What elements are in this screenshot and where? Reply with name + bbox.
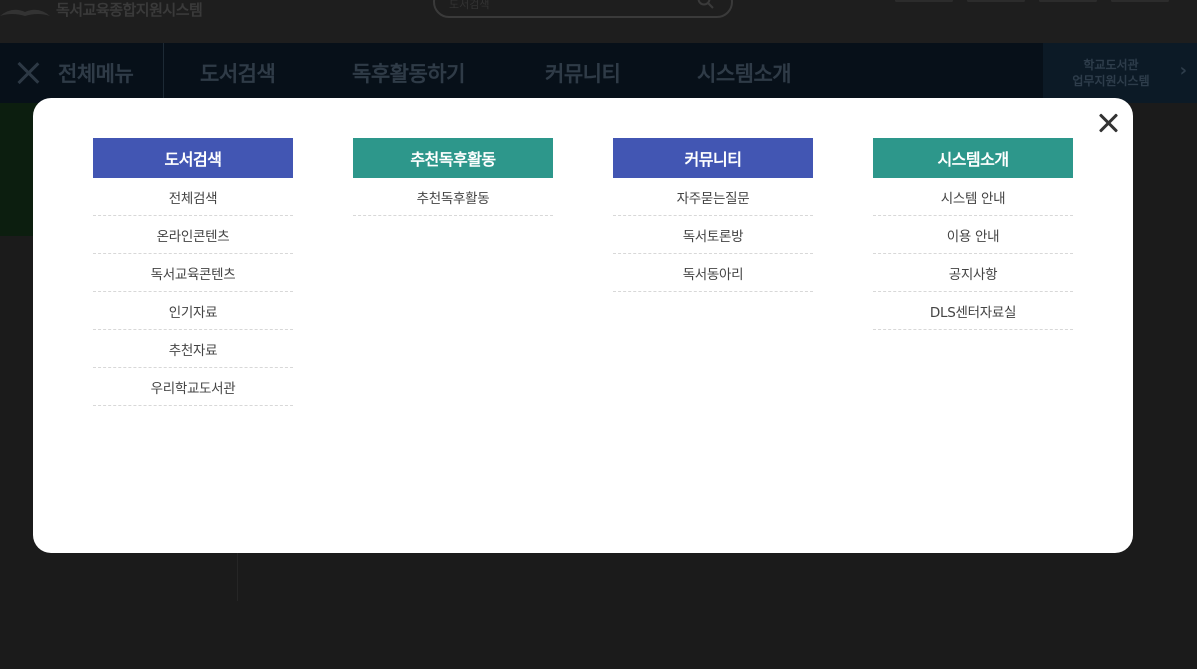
menu-item[interactable]: DLS센터자료실 — [873, 292, 1073, 330]
menu-column-system-intro: 시스템소개 시스템 안내 이용 안내 공지사항 DLS센터자료실 — [873, 138, 1073, 330]
column-title[interactable]: 시스템소개 — [873, 138, 1073, 178]
utility-link[interactable] — [895, 0, 953, 2]
menu-item[interactable]: 추천독후활동 — [353, 178, 553, 216]
all-menu-button[interactable]: 전체메뉴 — [0, 43, 164, 103]
search-placeholder: 도서검색 — [449, 0, 490, 11]
utility-link[interactable] — [1111, 0, 1169, 2]
chevron-right-icon: › — [1179, 60, 1187, 81]
menu-item[interactable]: 독서토론방 — [613, 216, 813, 254]
logo-wing-icon — [0, 9, 50, 16]
menu-item[interactable]: 독서동아리 — [613, 254, 813, 292]
column-title[interactable]: 도서검색 — [93, 138, 293, 178]
close-menu-icon — [16, 61, 40, 85]
close-icon[interactable] — [1098, 113, 1118, 133]
column-title[interactable]: 추천독후활동 — [353, 138, 553, 178]
site-header: 독서교육종합지원시스템 도서검색 — [0, 0, 1197, 43]
site-search-box[interactable]: 도서검색 — [433, 0, 733, 18]
site-logo[interactable]: 독서교육종합지원시스템 — [0, 0, 203, 24]
menu-item[interactable]: 공지사항 — [873, 254, 1073, 292]
menu-item[interactable]: 독서교육콘텐츠 — [93, 254, 293, 292]
side-link-line1: 학교도서관 — [1083, 58, 1139, 72]
menu-item[interactable]: 온라인콘텐츠 — [93, 216, 293, 254]
global-nav: 전체메뉴 도서검색 독후활동하기 커뮤니티 시스템소개 학교도서관 업무지원시스… — [0, 43, 1197, 103]
menu-item[interactable]: 인기자료 — [93, 292, 293, 330]
menu-item[interactable]: 추천자료 — [93, 330, 293, 368]
menu-item[interactable]: 우리학교도서관 — [93, 368, 293, 406]
utility-link[interactable] — [967, 0, 1025, 2]
logo-text: 독서교육종합지원시스템 — [56, 0, 203, 19]
side-link-line2: 업무지원시스템 — [1072, 74, 1150, 88]
gnb-item-book-search[interactable]: 도서검색 — [200, 58, 276, 88]
menu-column-book-search: 도서검색 전체검색 온라인콘텐츠 독서교육콘텐츠 인기자료 추천자료 우리학교도… — [93, 138, 293, 406]
menu-column-recommended-activity: 추천독후활동 추천독후활동 — [353, 138, 553, 216]
search-icon[interactable] — [697, 0, 715, 10]
column-title[interactable]: 커뮤니티 — [613, 138, 813, 178]
menu-item[interactable]: 이용 안내 — [873, 216, 1073, 254]
utility-link[interactable] — [1039, 0, 1097, 2]
library-support-link[interactable]: 학교도서관 업무지원시스템 › — [1043, 43, 1197, 103]
sitemap-modal: 도서검색 전체검색 온라인콘텐츠 독서교육콘텐츠 인기자료 추천자료 우리학교도… — [33, 98, 1133, 553]
menu-column-community: 커뮤니티 자주묻는질문 독서토론방 독서동아리 — [613, 138, 813, 292]
menu-item[interactable]: 전체검색 — [93, 178, 293, 216]
gnb-item-reading-activity[interactable]: 독후활동하기 — [352, 58, 465, 88]
utility-links — [895, 0, 1169, 2]
menu-item[interactable]: 시스템 안내 — [873, 178, 1073, 216]
menu-item[interactable]: 자주묻는질문 — [613, 178, 813, 216]
gnb-item-system-intro[interactable]: 시스템소개 — [697, 58, 792, 88]
gnb-item-community[interactable]: 커뮤니티 — [545, 58, 621, 88]
all-menu-label: 전체메뉴 — [58, 62, 134, 86]
